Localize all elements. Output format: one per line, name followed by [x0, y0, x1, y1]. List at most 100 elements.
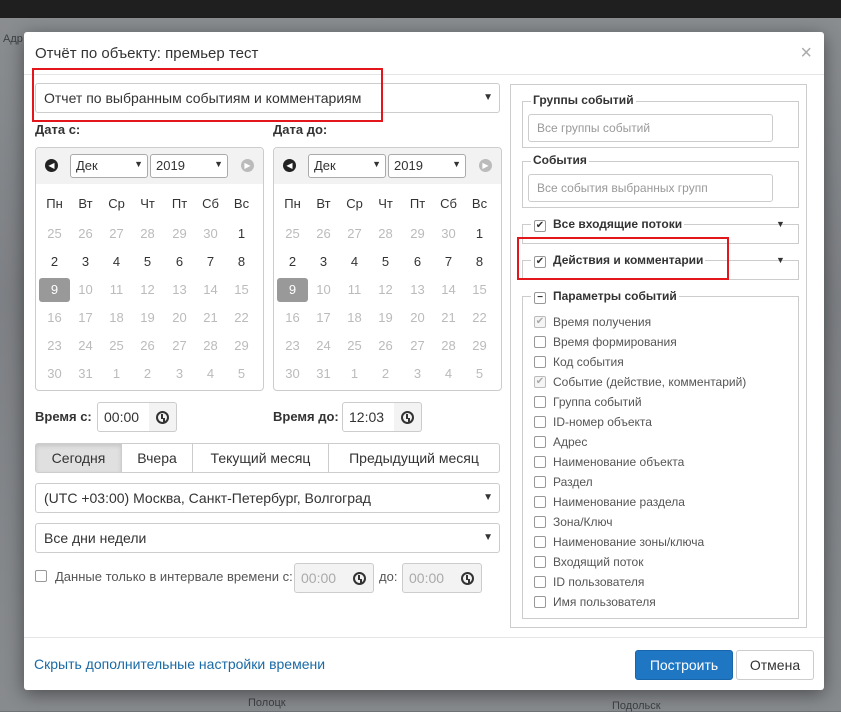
calendar-day[interactable]: 30	[277, 362, 308, 386]
calendar-day[interactable]: 24	[70, 334, 101, 358]
param-checkbox[interactable]	[534, 436, 546, 448]
param-checkbox[interactable]	[534, 596, 546, 608]
calendar-day[interactable]: 2	[370, 362, 401, 386]
calendar-day[interactable]: 10	[70, 278, 101, 302]
calendar-day[interactable]: 9	[277, 278, 308, 302]
param-checkbox[interactable]	[534, 416, 546, 428]
calendar-day[interactable]: 28	[195, 334, 226, 358]
calendar-day[interactable]: 2	[132, 362, 163, 386]
calendar-day[interactable]: 26	[70, 222, 101, 246]
calendar-day[interactable]: 26	[132, 334, 163, 358]
calendar-day[interactable]: 17	[308, 306, 339, 330]
next-month-icon[interactable]: ▶	[479, 159, 492, 172]
yesterday-button[interactable]: Вчера	[121, 443, 193, 473]
calendar-day[interactable]: 28	[370, 222, 401, 246]
calendar-day[interactable]: 15	[226, 278, 257, 302]
param-checkbox[interactable]	[534, 556, 546, 568]
collapse-minus-icon[interactable]: −	[534, 292, 546, 304]
time-to-input[interactable]: 12:03	[342, 402, 395, 432]
calendar-day[interactable]: 22	[464, 306, 495, 330]
timezone-select[interactable]: (UTC +03:00) Москва, Санкт-Петербург, Во…	[35, 483, 500, 513]
triangle-down-icon[interactable]: ▼	[776, 219, 785, 229]
calendar-day[interactable]: 4	[339, 250, 370, 274]
param-checkbox[interactable]	[534, 336, 546, 348]
calendar-day[interactable]: 29	[464, 334, 495, 358]
today-button[interactable]: Сегодня	[35, 443, 122, 473]
triangle-down-icon[interactable]: ▼	[776, 255, 785, 265]
calendar-day[interactable]: 15	[464, 278, 495, 302]
groups-input[interactable]: Все группы событий	[528, 114, 773, 142]
weekdays-select[interactable]: Все дни недели ▼	[35, 523, 500, 553]
cancel-button[interactable]: Отмена	[736, 650, 814, 680]
calendar-day[interactable]: 28	[433, 334, 464, 358]
calendar-day[interactable]: 10	[308, 278, 339, 302]
calendar-day[interactable]: 27	[402, 334, 433, 358]
calendar-day[interactable]: 23	[277, 334, 308, 358]
calendar-day[interactable]: 27	[339, 222, 370, 246]
param-checkbox[interactable]	[534, 356, 546, 368]
param-checkbox[interactable]	[534, 456, 546, 468]
param-checkbox[interactable]	[534, 516, 546, 528]
calendar-day[interactable]: 3	[164, 362, 195, 386]
streams-checkbox[interactable]: ✔	[534, 220, 546, 232]
calendar-day[interactable]: 4	[101, 250, 132, 274]
calendar-day[interactable]: 31	[308, 362, 339, 386]
calendar-day[interactable]: 6	[402, 250, 433, 274]
build-button[interactable]: Построить	[635, 650, 733, 680]
calendar-day[interactable]: 19	[370, 306, 401, 330]
prev-month-icon[interactable]: ◀	[283, 159, 296, 172]
hide-time-settings-link[interactable]: Скрыть дополнительные настройки времени	[34, 656, 325, 672]
calendar-day[interactable]: 29	[226, 334, 257, 358]
month-select[interactable]: Дек ▼	[70, 154, 148, 178]
calendar-day[interactable]: 26	[308, 222, 339, 246]
calendar-day[interactable]: 14	[195, 278, 226, 302]
close-icon[interactable]: ×	[800, 42, 812, 65]
calendar-day[interactable]: 25	[339, 334, 370, 358]
next-month-icon[interactable]: ▶	[241, 159, 254, 172]
calendar-day[interactable]: 14	[433, 278, 464, 302]
calendar-day[interactable]: 25	[277, 222, 308, 246]
calendar-day[interactable]: 7	[433, 250, 464, 274]
calendar-day[interactable]: 18	[339, 306, 370, 330]
calendar-day[interactable]: 17	[70, 306, 101, 330]
param-checkbox[interactable]	[534, 496, 546, 508]
calendar-day[interactable]: 26	[370, 334, 401, 358]
calendar-day[interactable]: 13	[164, 278, 195, 302]
calendar-day[interactable]: 25	[101, 334, 132, 358]
interval-to-input[interactable]: 00:00	[402, 563, 455, 593]
calendar-day[interactable]: 9	[39, 278, 70, 302]
calendar-day[interactable]: 23	[39, 334, 70, 358]
calendar-day[interactable]: 4	[195, 362, 226, 386]
year-select[interactable]: 2019 ▼	[388, 154, 466, 178]
calendar-day[interactable]: 21	[195, 306, 226, 330]
calendar-day[interactable]: 3	[70, 250, 101, 274]
calendar-day[interactable]: 18	[101, 306, 132, 330]
calendar-day[interactable]: 13	[402, 278, 433, 302]
calendar-day[interactable]: 3	[308, 250, 339, 274]
time-from-input[interactable]: 00:00	[97, 402, 150, 432]
calendar-day[interactable]: 5	[370, 250, 401, 274]
calendar-day[interactable]: 5	[226, 362, 257, 386]
calendar-day[interactable]: 11	[101, 278, 132, 302]
calendar-day[interactable]: 30	[195, 222, 226, 246]
calendar-day[interactable]: 19	[132, 306, 163, 330]
calendar-day[interactable]: 8	[226, 250, 257, 274]
time-to-button[interactable]	[394, 402, 422, 432]
interval-checkbox[interactable]	[35, 570, 47, 582]
calendar-day[interactable]: 8	[464, 250, 495, 274]
prev-month-icon[interactable]: ◀	[45, 159, 58, 172]
calendar-day[interactable]: 28	[132, 222, 163, 246]
calendar-day[interactable]: 30	[433, 222, 464, 246]
calendar-day[interactable]: 21	[433, 306, 464, 330]
calendar-day[interactable]: 5	[464, 362, 495, 386]
calendar-day[interactable]: 27	[101, 222, 132, 246]
calendar-day[interactable]: 25	[39, 222, 70, 246]
calendar-day[interactable]: 4	[433, 362, 464, 386]
calendar-day[interactable]: 29	[402, 222, 433, 246]
time-from-button[interactable]	[149, 402, 177, 432]
calendar-day[interactable]: 2	[277, 250, 308, 274]
previous-month-button[interactable]: Предыдущий месяц	[328, 443, 500, 473]
calendar-day[interactable]: 7	[195, 250, 226, 274]
calendar-day[interactable]: 16	[277, 306, 308, 330]
year-select[interactable]: 2019 ▼	[150, 154, 228, 178]
